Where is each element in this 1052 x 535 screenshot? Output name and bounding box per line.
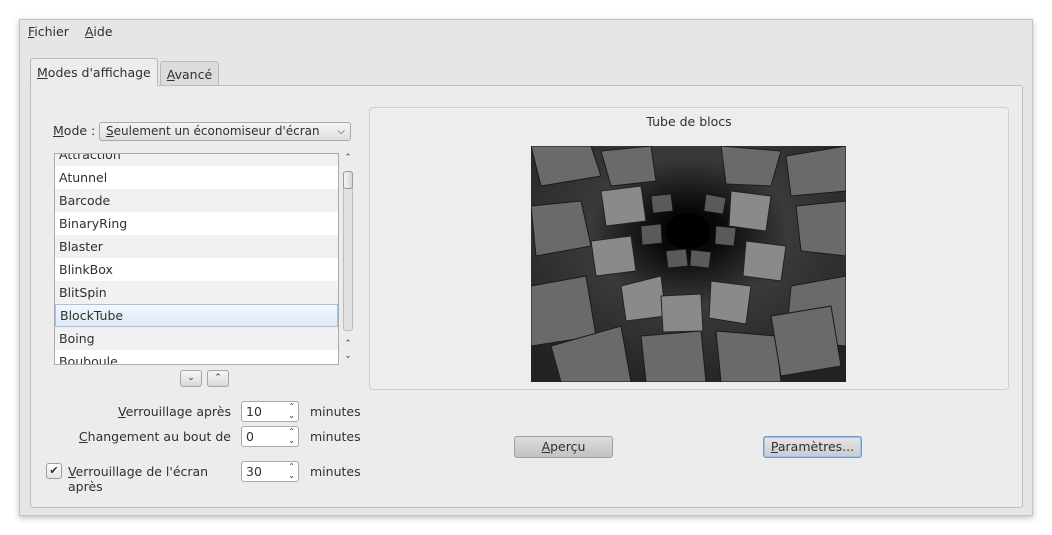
list-item[interactable]: Bouboule <box>55 350 338 364</box>
lock-after-spinbox[interactable]: 10 ⌃ ⌄ <box>241 401 299 422</box>
preview-button[interactable]: Aperçu <box>514 436 613 458</box>
tab-bar: Modes d'affichage Avancé <box>30 58 221 86</box>
list-item[interactable]: BinaryRing <box>55 212 338 235</box>
preview-title: Tube de blocs <box>646 114 732 129</box>
list-item[interactable]: Attraction <box>55 154 338 166</box>
scrollbar-thumb[interactable] <box>343 171 353 189</box>
chevron-up-icon: ⌃ <box>214 373 222 383</box>
tab-display-modes[interactable]: Modes d'affichage <box>30 58 158 86</box>
menu-file[interactable]: Fichier <box>28 23 69 43</box>
scroll-up-icon[interactable]: ⌃ <box>341 339 355 350</box>
spin-arrows-icon[interactable]: ⌃ ⌄ <box>288 402 295 420</box>
settings-button[interactable]: Paramètres... <box>763 436 862 458</box>
checkmark-icon: ✔ <box>49 464 59 477</box>
lock-after-unit: minutes <box>310 404 361 419</box>
menubar: Fichier Aide <box>28 23 113 43</box>
screen-lock-unit: minutes <box>310 464 361 479</box>
list-item[interactable]: BlitSpin <box>55 281 338 304</box>
screensaver-preview-image <box>531 146 846 382</box>
screensaver-list[interactable]: Attraction Atunnel Barcode BinaryRing Bl… <box>54 153 339 365</box>
lock-after-label: Verrouillage après <box>118 404 231 419</box>
change-after-label: Changement au bout de <box>78 429 231 444</box>
list-item[interactable]: Atunnel <box>55 166 338 189</box>
screen-lock-label[interactable]: Verrouillage de l'écran après <box>68 464 236 494</box>
screen-lock-spinbox[interactable]: 30 ⌃ ⌄ <box>241 461 299 482</box>
screensaver-settings-window: Fichier Aide Modes d'affichage Avancé Mo… <box>19 19 1033 516</box>
list-scrollbar[interactable]: ⌃ ⌃ ⌄ <box>341 153 355 365</box>
move-up-button[interactable]: ⌃ <box>207 370 229 387</box>
list-item-selected[interactable]: BlockTube <box>55 304 338 327</box>
list-item[interactable]: Boing <box>55 327 338 350</box>
display-modes-panel: Mode : Seulement un économiseur d'écran … <box>30 85 1023 508</box>
change-after-unit: minutes <box>310 429 361 444</box>
spin-arrows-icon[interactable]: ⌃ ⌄ <box>288 427 295 445</box>
chevron-down-icon: ⌄ <box>187 373 195 383</box>
menu-help[interactable]: Aide <box>85 23 113 43</box>
spin-arrows-icon[interactable]: ⌃ ⌄ <box>288 462 295 480</box>
list-item[interactable]: Barcode <box>55 189 338 212</box>
scroll-up-icon[interactable]: ⌃ <box>341 153 355 164</box>
move-down-button[interactable]: ⌄ <box>180 370 202 387</box>
screen-lock-checkbox[interactable]: ✔ <box>46 463 62 479</box>
preview-panel: Tube de blocs <box>369 107 1009 390</box>
list-item[interactable]: Blaster <box>55 235 338 258</box>
change-after-spinbox[interactable]: 0 ⌃ ⌄ <box>241 426 299 447</box>
tab-advanced[interactable]: Avancé <box>159 61 220 86</box>
mode-label: Mode : <box>53 123 96 138</box>
scroll-down-icon[interactable]: ⌄ <box>341 351 355 362</box>
scrollbar-track[interactable] <box>343 171 353 331</box>
list-item[interactable]: BlinkBox <box>55 258 338 281</box>
mode-select[interactable]: Seulement un économiseur d'écran ⌵ <box>99 122 351 141</box>
chevron-down-icon: ⌵ <box>337 126 345 137</box>
